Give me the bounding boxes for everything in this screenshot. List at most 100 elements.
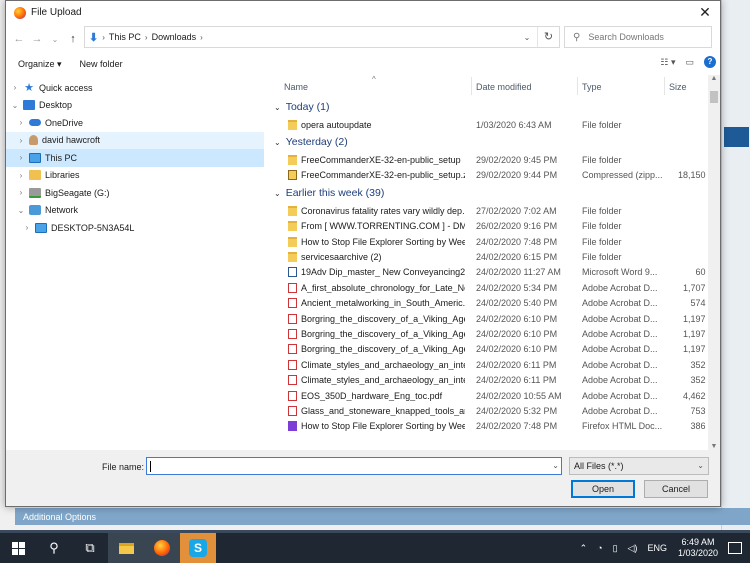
task-view-icon[interactable]: ⧉ — [72, 533, 108, 563]
column-type[interactable]: Type — [582, 82, 602, 92]
expand-chevron-icon[interactable]: › — [16, 171, 26, 180]
column-divider[interactable] — [664, 77, 665, 95]
library-icon — [29, 170, 41, 181]
group-header[interactable]: ⌄ Earlier this week (39) — [274, 187, 384, 199]
preview-pane-icon[interactable]: ▭ — [685, 57, 694, 68]
open-button[interactable]: Open — [571, 480, 635, 498]
nav-item[interactable]: ⌄ Desktop — [6, 97, 264, 115]
breadcrumb-separator-icon[interactable]: › — [200, 33, 203, 42]
folder-file-icon — [288, 155, 297, 166]
file-row[interactable]: Glass_and_stoneware_knapped_tools_am... 2… — [268, 403, 708, 418]
file-row[interactable]: opera autoupdate 1/03/2020 6:43 AM File fo… — [268, 117, 708, 132]
file-name-dropdown-icon[interactable]: ⌄ — [552, 461, 559, 470]
nav-item[interactable]: › DESKTOP-5N3A54L — [6, 219, 264, 237]
battery-icon[interactable]: ▯ — [613, 543, 618, 554]
firefox-taskbar-button[interactable] — [144, 533, 180, 563]
scroll-down-icon[interactable]: ▼ — [708, 443, 720, 450]
nav-item[interactable]: › david hawcroft — [6, 131, 264, 149]
language-indicator[interactable]: ENG — [647, 543, 667, 553]
expand-chevron-icon[interactable]: › — [22, 223, 32, 232]
file-type: Adobe Acrobat D... — [582, 313, 658, 324]
vertical-scrollbar[interactable]: ▲ ▼ — [708, 75, 720, 450]
column-name[interactable]: Name — [284, 82, 308, 92]
file-row[interactable]: Borgring_the_discovery_of_a_Viking_Age..… — [268, 311, 708, 326]
collapse-group-icon[interactable]: ⌄ — [274, 103, 281, 112]
file-name-input[interactable]: ⌄ — [146, 457, 562, 475]
file-type-filter[interactable]: All Files (*.*) ⌄ — [569, 457, 709, 475]
expand-chevron-icon[interactable]: › — [16, 188, 26, 197]
scroll-thumb[interactable] — [710, 91, 718, 103]
file-row[interactable]: Coronavirus fatality rates vary wildly d… — [268, 203, 708, 218]
expand-chevron-icon[interactable]: ⌄ — [16, 206, 26, 215]
nav-item[interactable]: › OneDrive — [6, 114, 264, 132]
breadcrumb-separator-icon[interactable]: › — [102, 33, 105, 42]
file-row[interactable]: servicesaarchive (2) 24/02/2020 6:15 PM Fi… — [268, 249, 708, 264]
file-row[interactable]: How to Stop File Explorer Sorting by Wee… — [268, 234, 708, 249]
file-row[interactable]: Climate_styles_and_archaeology_an_inte..… — [268, 357, 708, 372]
file-explorer-taskbar-button[interactable] — [108, 533, 144, 563]
search-box[interactable]: ⚲ Search Downloads — [564, 26, 712, 48]
help-icon[interactable]: ? — [704, 56, 716, 68]
nav-item[interactable]: › This PC — [6, 149, 264, 167]
nav-item[interactable]: › ★ Quick access — [6, 79, 264, 97]
scroll-up-icon[interactable]: ▲ — [708, 75, 720, 87]
file-row[interactable]: FreeCommanderXE-32-en-public_setup 29/02/… — [268, 152, 708, 167]
breadcrumb-this-pc[interactable]: This PC — [109, 32, 141, 42]
filter-dropdown-icon[interactable]: ⌄ — [697, 461, 704, 470]
file-row[interactable]: Ancient_metalworking_in_South_Americ... 2… — [268, 296, 708, 311]
expand-chevron-icon[interactable]: › — [10, 83, 20, 92]
breadcrumb-separator-icon[interactable]: › — [145, 33, 148, 42]
file-row[interactable]: EOS_350D_hardware_Eng_toc.pdf 24/02/2020 … — [268, 388, 708, 403]
expand-chevron-icon[interactable]: › — [16, 118, 26, 127]
file-row[interactable]: From [ WWW.TORRENTING.COM ] - DMT... 26/0… — [268, 219, 708, 234]
file-name: Climate_styles_and_archaeology_an_inte..… — [301, 375, 465, 386]
file-row[interactable]: A_first_absolute_chronology_for_Late_Ne.… — [268, 280, 708, 295]
forward-arrow-icon[interactable]: → — [28, 33, 46, 45]
organize-button[interactable]: Organize ▾ — [18, 59, 62, 70]
collapse-group-icon[interactable]: ⌄ — [274, 138, 281, 147]
new-folder-button[interactable]: New folder — [80, 59, 123, 69]
notifications-icon[interactable] — [728, 542, 742, 554]
back-arrow-icon[interactable]: ← — [10, 33, 28, 45]
file-type: Adobe Acrobat D... — [582, 344, 658, 355]
breadcrumb-downloads[interactable]: Downloads — [152, 32, 197, 42]
network-icon[interactable]: ◔ — [597, 543, 602, 553]
close-icon[interactable]: ✕ — [690, 4, 720, 21]
file-row[interactable]: FreeCommanderXE-32-en-public_setup.z... 2… — [268, 168, 708, 183]
nav-item[interactable]: ⌄ Network — [6, 202, 264, 220]
file-row[interactable]: Borgring_the_discovery_of_a_Viking_Age..… — [268, 326, 708, 341]
volume-icon[interactable]: ◁) — [628, 543, 638, 554]
show-hidden-icons-icon[interactable]: ⌃ — [580, 543, 588, 554]
cancel-button[interactable]: Cancel — [644, 480, 708, 498]
address-bar[interactable]: ⬇ › This PC › Downloads › ⌄ ↻ — [84, 26, 560, 48]
file-row[interactable]: Borgring_the_discovery_of_a_Viking_Age..… — [268, 342, 708, 357]
expand-chevron-icon[interactable]: › — [16, 153, 26, 162]
start-button[interactable] — [0, 533, 36, 563]
file-row[interactable]: Climate_styles_and_archaeology_an_inte..… — [268, 373, 708, 388]
file-row[interactable]: How to Stop File Explorer Sorting by Wee… — [268, 419, 708, 434]
skype-taskbar-button[interactable]: S — [180, 533, 216, 563]
column-headers: ^ Name Date modified Type Size — [268, 75, 708, 97]
address-dropdown-icon[interactable]: ⌄ — [517, 33, 537, 42]
column-date-modified[interactable]: Date modified — [476, 82, 532, 92]
column-divider[interactable] — [577, 77, 578, 95]
nav-item[interactable]: › Libraries — [6, 167, 264, 185]
additional-options-bar[interactable]: Additional Options — [15, 508, 750, 525]
refresh-icon[interactable]: ↻ — [537, 27, 559, 47]
group-header[interactable]: ⌄ Yesterday (2) — [274, 136, 348, 148]
search-icon[interactable]: ⚲ — [36, 533, 72, 563]
collapse-group-icon[interactable]: ⌄ — [274, 189, 281, 198]
nav-item[interactable]: › BigSeagate (G:) — [6, 184, 264, 202]
column-divider[interactable] — [471, 77, 472, 95]
expand-chevron-icon[interactable]: › — [16, 136, 26, 145]
expand-chevron-icon[interactable]: ⌄ — [10, 101, 20, 110]
change-view-icon[interactable]: ☷ ▾ — [660, 57, 675, 68]
recent-locations-chevron-icon[interactable]: ⌄ — [46, 35, 64, 44]
clock[interactable]: 6:49 AM 1/03/2020 — [678, 537, 718, 559]
file-size: 574 K — [690, 298, 708, 309]
file-row[interactable]: 19Adv Dip_master_ New Conveyancing2... 24… — [268, 265, 708, 280]
group-header[interactable]: ⌄ Today (1) — [274, 101, 329, 113]
nav-item-label: david hawcroft — [42, 135, 101, 146]
up-arrow-icon[interactable]: ↑ — [64, 33, 82, 45]
column-size[interactable]: Size — [669, 82, 687, 92]
